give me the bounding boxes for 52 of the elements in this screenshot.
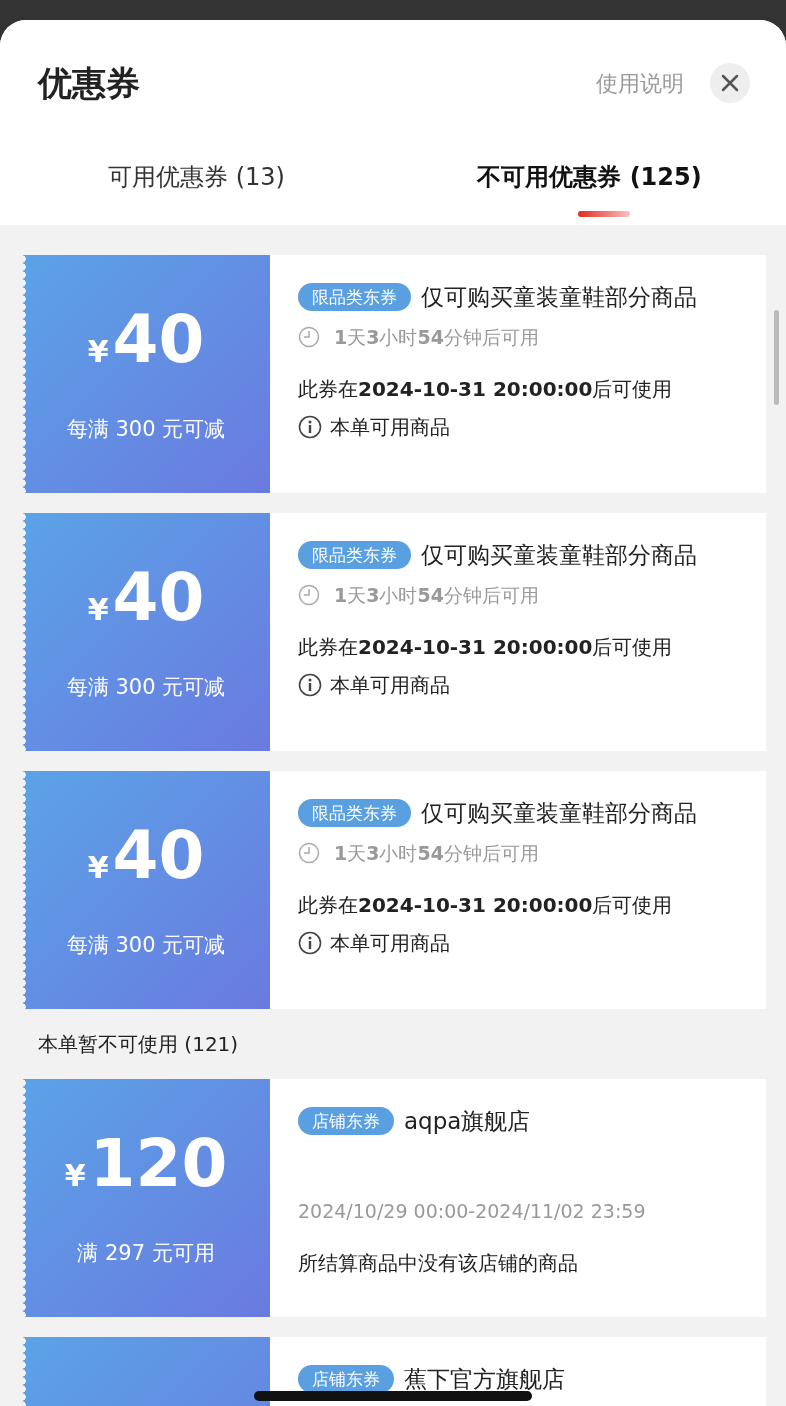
- currency-symbol: ¥: [64, 1157, 86, 1195]
- coupon-title: 仅可购买童装童鞋部分商品: [421, 799, 697, 828]
- info-icon: [298, 414, 322, 439]
- coupon-amount: 120: [89, 1131, 228, 1197]
- coupon-title: aqpa旗舰店: [404, 1107, 531, 1136]
- coupon-title: 仅可购买童装童鞋部分商品: [421, 283, 697, 312]
- coupon-card[interactable]: ¥40 每满 300 元可减 限品类东券 仅可购买童装童鞋部分商品 1天3小时54分钟后可用 此券在2024-10-31 20:00:00后可使用 本单可用商品: [22, 513, 766, 751]
- coupon-condition: 每满 300 元可减: [66, 416, 226, 443]
- coupon-card[interactable]: ¥120 满 297 元可用 店铺东券 aqpa旗舰店 2024/10/29 00:00-2024/11/02 23:59 所结算商品中没有该店铺的商品: [22, 1079, 766, 1317]
- coupon-amount: 40: [112, 565, 205, 631]
- clock-icon: [298, 842, 320, 865]
- countdown-text: 1天3小时54分钟后可用: [334, 841, 539, 866]
- coupon-amount: 40: [112, 823, 205, 889]
- tab-indicator: [577, 211, 630, 217]
- info-text: 本单可用商品: [330, 929, 450, 957]
- countdown-text: 1天3小时54分钟后可用: [334, 583, 539, 608]
- currency-symbol: ¥: [87, 849, 109, 887]
- start-time-notice: 此券在2024-10-31 20:00:00后可使用: [298, 375, 674, 403]
- close-button[interactable]: [710, 63, 750, 103]
- coupon-title: 蕉下官方旗舰店: [404, 1365, 565, 1394]
- coupon-card[interactable]: ¥40 每满 300 元可减 限品类东券 仅可购买童装童鞋部分商品 1天3小时54分钟后可用 此券在2024-10-31 20:00:00后可使用 本单可用商品: [22, 771, 766, 1009]
- coupon-condition: 每满 300 元可减: [66, 674, 226, 701]
- info-icon: [298, 672, 322, 697]
- start-time-notice: 此券在2024-10-31 20:00:00后可使用: [298, 891, 674, 919]
- coupon-tag: 限品类东券: [298, 283, 411, 311]
- currency-symbol: ¥: [87, 333, 109, 371]
- info-icon: [298, 930, 322, 955]
- sheet-title: 优惠券: [38, 61, 141, 105]
- start-time-notice: 此券在2024-10-31 20:00:00后可使用: [298, 633, 674, 661]
- clock-icon: [298, 326, 320, 349]
- coupon-title: 仅可购买童装童鞋部分商品: [421, 541, 697, 570]
- coupon-condition: 满 297 元可用: [77, 1240, 215, 1267]
- tab[interactable]: 不可用优惠券 (125): [393, 137, 786, 207]
- coupon-condition: 每满 300 元可减: [66, 932, 226, 959]
- coupon-tag: 限品类东券: [298, 799, 411, 827]
- info-text: 本单可用商品: [330, 671, 450, 699]
- coupon-tag: 店铺东券: [298, 1365, 394, 1393]
- close-icon: [721, 74, 739, 92]
- clock-icon: [298, 584, 320, 607]
- coupon-card[interactable]: 店铺东券 蕉下官方旗舰店: [22, 1337, 766, 1406]
- tab[interactable]: 可用优惠券 (13): [0, 137, 393, 207]
- validity-period: 2024/10/29 00:00-2024/11/02 23:59: [298, 1199, 647, 1224]
- unavailable-reason: 所结算商品中没有该店铺的商品: [298, 1249, 579, 1277]
- countdown-text: 1天3小时54分钟后可用: [334, 325, 539, 350]
- coupon-tag: 限品类东券: [298, 541, 411, 569]
- coupon-tag: 店铺东券: [298, 1107, 394, 1135]
- section-heading: 本单暂不可使用 (121): [38, 1031, 240, 1058]
- currency-symbol: ¥: [87, 591, 109, 629]
- coupon-card[interactable]: ¥40 每满 300 元可减 限品类东券 仅可购买童装童鞋部分商品 1天3小时54分钟后可用 此券在2024-10-31 20:00:00后可使用 本单可用商品: [22, 255, 766, 493]
- info-text: 本单可用商品: [330, 413, 450, 441]
- scrollbar[interactable]: [774, 310, 779, 405]
- coupon-amount: 40: [112, 307, 205, 373]
